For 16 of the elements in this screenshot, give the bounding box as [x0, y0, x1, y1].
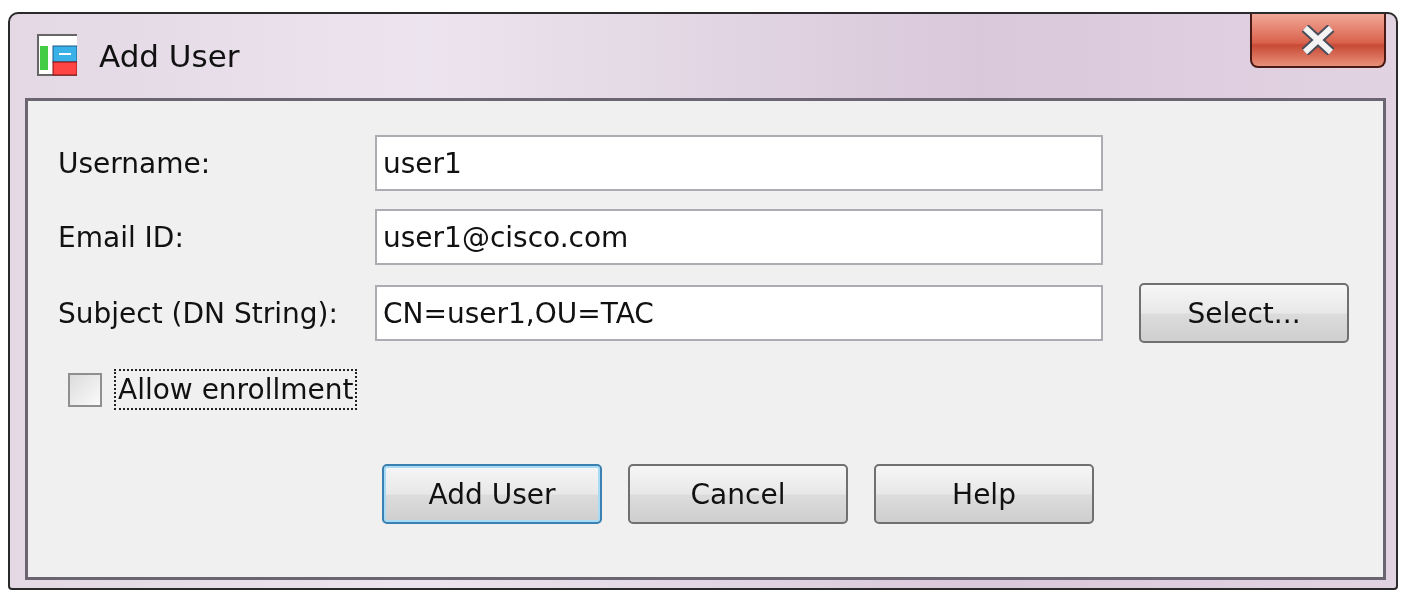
dialog-button[interactable]: Cancel — [628, 464, 848, 524]
field-label: Subject (DN String): — [58, 296, 339, 330]
input-field[interactable]: user1 — [375, 135, 1103, 191]
input-field[interactable]: user1@cisco.com — [375, 209, 1103, 265]
input-field[interactable]: CN=user1,OU=TAC — [375, 285, 1103, 341]
dialog-button[interactable]: Help — [874, 464, 1094, 524]
app-icon — [37, 34, 77, 78]
select-button[interactable]: Select... — [1139, 283, 1349, 343]
checkbox-label[interactable]: Allow enrollment — [114, 369, 358, 410]
field-label: Email ID: — [58, 220, 185, 254]
checkbox[interactable] — [68, 372, 102, 407]
close-button[interactable] — [1250, 14, 1386, 68]
window-title: Add User — [99, 38, 240, 74]
field-label: Username: — [58, 146, 212, 180]
dialog-button[interactable]: Add User — [382, 464, 602, 524]
close-icon — [1300, 25, 1336, 55]
